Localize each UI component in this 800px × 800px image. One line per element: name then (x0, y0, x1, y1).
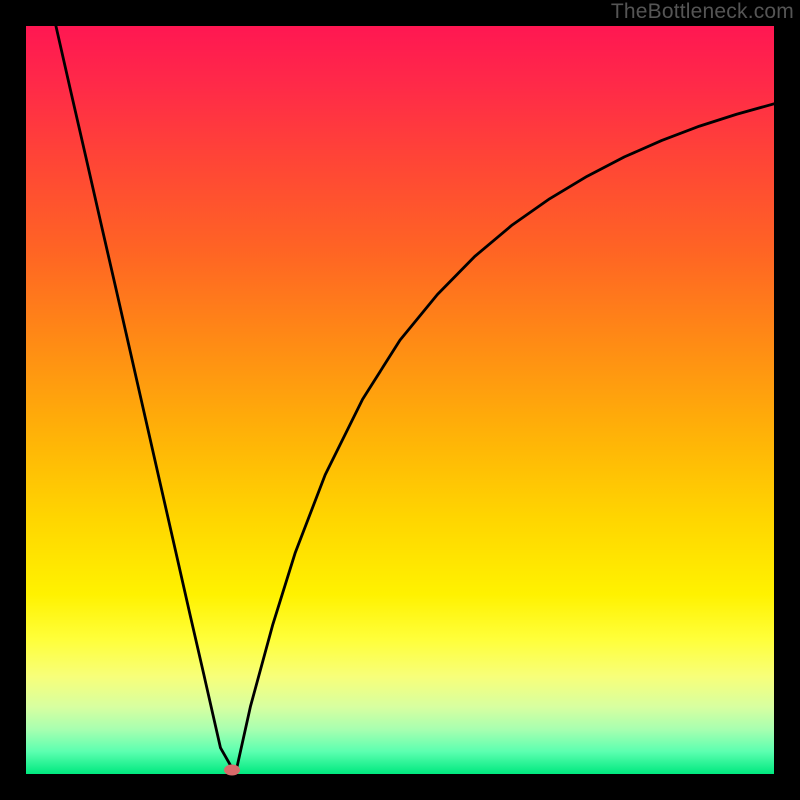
chart-frame: TheBottleneck.com (0, 0, 800, 800)
bottleneck-curve (26, 26, 774, 774)
minimum-marker (224, 765, 240, 776)
plot-area (26, 26, 774, 774)
watermark-text: TheBottleneck.com (611, 0, 794, 24)
